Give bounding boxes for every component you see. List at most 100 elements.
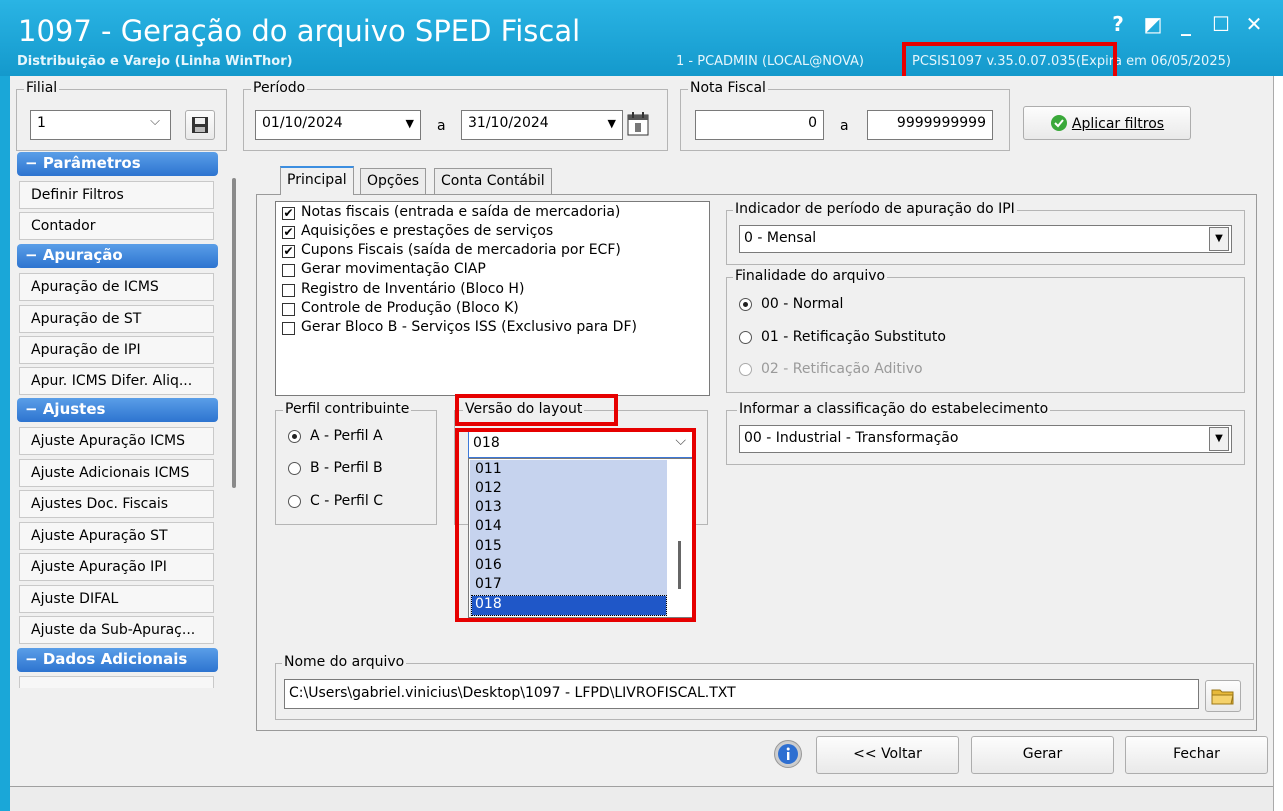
save-filial-button[interactable] bbox=[185, 110, 215, 140]
checkbox-notas-fiscais[interactable]: ✔ bbox=[282, 207, 295, 220]
collapse-icon: − bbox=[25, 246, 38, 264]
checkbox-label: Gerar movimentação CIAP bbox=[301, 261, 486, 277]
browse-folder-button[interactable] bbox=[1205, 680, 1241, 712]
background-window-edge bbox=[1273, 76, 1283, 811]
filial-value: 1 bbox=[37, 115, 46, 131]
apply-filters-button[interactable]: Aplicar filtros bbox=[1023, 106, 1191, 140]
checkbox-label: Controle de Produção (Bloco K) bbox=[301, 300, 519, 316]
periodo-separator: a bbox=[437, 118, 446, 134]
sidebar-category-apuracao[interactable]: − Apuração bbox=[17, 244, 218, 268]
radio-perfil-b[interactable] bbox=[288, 462, 301, 475]
radio-finalidade-retificacao-aditivo bbox=[739, 363, 752, 376]
close-window-button[interactable]: ✕ bbox=[1241, 12, 1267, 36]
sidebar-item-ajuste-difal[interactable]: Ajuste DIFAL bbox=[19, 585, 214, 613]
tab-principal[interactable]: Principal bbox=[280, 166, 354, 195]
checkbox-aquisicoes[interactable]: ✔ bbox=[282, 226, 295, 239]
radio-label: 01 - Retificação Substituto bbox=[761, 329, 946, 345]
perfil-legend: Perfil contribuinte bbox=[283, 401, 412, 417]
category-label: Parâmetros bbox=[42, 154, 141, 172]
radio-label-disabled: 02 - Retificação Aditivo bbox=[761, 361, 923, 377]
status-bar bbox=[10, 786, 1273, 811]
checkbox-label: Aquisições e prestações de serviços bbox=[301, 223, 554, 239]
info-button[interactable] bbox=[774, 740, 802, 768]
nota-end-input[interactable]: 9999999999 bbox=[867, 110, 993, 140]
file-path-input[interactable]: C:\Users\gabriel.vinicius\Desktop\1097 -… bbox=[284, 679, 1199, 709]
radio-finalidade-normal[interactable] bbox=[739, 298, 752, 311]
classificacao-select[interactable]: 00 - Industrial - Transformação bbox=[739, 425, 1232, 453]
periodo-end-input[interactable]: 31/10/2024 ▼ bbox=[461, 110, 623, 140]
nota-start-input[interactable]: 0 bbox=[695, 110, 824, 140]
restore-icon[interactable]: ◩ bbox=[1140, 12, 1166, 36]
user-info: 1 - PCADMIN (LOCAL@NOVA) bbox=[676, 54, 865, 69]
back-button[interactable]: << Voltar bbox=[816, 736, 959, 774]
radio-label: 00 - Normal bbox=[761, 296, 844, 312]
dropdown-arrow-icon: ▼ bbox=[405, 117, 414, 130]
sidebar-item-definir-filtros[interactable]: Definir Filtros bbox=[19, 181, 214, 209]
classificacao-legend: Informar a classificação do estabelecime… bbox=[737, 401, 1051, 417]
sidebar-item-ajuste-adicionais-icms[interactable]: Ajuste Adicionais ICMS bbox=[19, 459, 214, 487]
radio-perfil-a[interactable] bbox=[288, 430, 301, 443]
category-label: Dados Adicionais bbox=[42, 650, 188, 668]
ipi-value: 0 - Mensal bbox=[744, 230, 817, 246]
chevron-down-icon: ⌵ bbox=[150, 114, 160, 129]
info-icon bbox=[778, 744, 798, 764]
sidebar-item-ajuste-sub-apuracao[interactable]: Ajuste da Sub-Apuraç... bbox=[19, 616, 214, 644]
sidebar-item-ajustes-doc-fiscais[interactable]: Ajustes Doc. Fiscais bbox=[19, 490, 214, 518]
dropdown-arrow-icon: ▼ bbox=[607, 117, 616, 130]
check-circle-icon bbox=[1050, 115, 1067, 131]
dropdown-arrow-icon[interactable]: ▼ bbox=[1209, 227, 1229, 251]
dropdown-arrow-icon[interactable]: ▼ bbox=[1209, 427, 1229, 451]
checkbox-bloco-b[interactable] bbox=[282, 322, 295, 335]
radio-label: B - Perfil B bbox=[310, 460, 383, 476]
ipi-select[interactable]: 0 - Mensal bbox=[739, 225, 1232, 253]
floppy-disk-icon bbox=[192, 117, 208, 133]
sidebar-item-apuracao-st[interactable]: Apuração de ST bbox=[19, 305, 214, 333]
calendar-icon bbox=[627, 112, 649, 136]
checkbox-producao[interactable] bbox=[282, 303, 295, 316]
tab-opcoes[interactable]: Opções bbox=[360, 168, 427, 194]
nota-fiscal-legend: Nota Fiscal bbox=[688, 80, 768, 96]
minimize-button[interactable]: _ bbox=[1173, 12, 1199, 36]
close-button[interactable]: Fechar bbox=[1125, 736, 1268, 774]
maximize-button[interactable]: ☐ bbox=[1208, 12, 1234, 36]
classificacao-value: 00 - Industrial - Transformação bbox=[744, 430, 959, 446]
collapse-icon: − bbox=[25, 154, 38, 172]
category-label: Ajustes bbox=[42, 400, 106, 418]
versao-legend-highlight bbox=[455, 394, 618, 426]
sidebar-item-ajuste-apuracao-st[interactable]: Ajuste Apuração ST bbox=[19, 522, 214, 550]
checkbox-ciap[interactable] bbox=[282, 264, 295, 277]
window-subtitle: Distribuição e Varejo (Linha WinThor) bbox=[17, 54, 293, 69]
apply-filters-label: Aplicar filtros bbox=[1071, 116, 1165, 132]
collapse-icon: − bbox=[25, 650, 38, 668]
generate-button[interactable]: Gerar bbox=[971, 736, 1114, 774]
category-label: Apuração bbox=[42, 246, 123, 264]
arquivo-legend: Nome do arquivo bbox=[282, 654, 407, 670]
periodo-start-value: 01/10/2024 bbox=[262, 115, 343, 131]
sidebar-category-ajustes[interactable]: − Ajustes bbox=[17, 398, 218, 422]
finalidade-legend: Finalidade do arquivo bbox=[733, 268, 888, 284]
sidebar-scrollbar[interactable] bbox=[232, 178, 236, 488]
sidebar-item-apuracao-ipi[interactable]: Apuração de IPI bbox=[19, 336, 214, 364]
collapse-icon: − bbox=[25, 400, 38, 418]
checkbox-inventario[interactable] bbox=[282, 284, 295, 297]
periodo-legend: Período bbox=[251, 80, 308, 96]
sidebar-item-contador[interactable]: Contador bbox=[19, 212, 214, 240]
radio-finalidade-retificacao-substituto[interactable] bbox=[739, 331, 752, 344]
periodo-start-input[interactable]: 01/10/2024 ▼ bbox=[255, 110, 421, 140]
ipi-legend: Indicador de período de apuração do IPI bbox=[733, 201, 1017, 217]
tab-conta-contabil[interactable]: Conta Contábil bbox=[434, 168, 552, 194]
sidebar-item-apur-icms-difer[interactable]: Apur. ICMS Difer. Aliq... bbox=[19, 367, 214, 395]
radio-perfil-c[interactable] bbox=[288, 495, 301, 508]
folder-icon bbox=[1211, 689, 1234, 705]
checkbox-cupons-fiscais[interactable]: ✔ bbox=[282, 245, 295, 258]
checkbox-label: Gerar Bloco B - Serviços ISS (Exclusivo … bbox=[301, 319, 637, 335]
sidebar-category-dados-adicionais[interactable]: − Dados Adicionais bbox=[17, 648, 218, 672]
radio-label: C - Perfil C bbox=[310, 493, 383, 509]
calendar-button[interactable] bbox=[626, 111, 652, 139]
help-button[interactable]: ? bbox=[1105, 12, 1131, 36]
filial-select[interactable]: 1 ⌵ bbox=[30, 110, 171, 140]
sidebar-item-ajuste-apuracao-icms[interactable]: Ajuste Apuração ICMS bbox=[19, 427, 214, 455]
sidebar-category-parametros[interactable]: − Parâmetros bbox=[17, 152, 218, 176]
sidebar-item-ajuste-apuracao-ipi[interactable]: Ajuste Apuração IPI bbox=[19, 553, 214, 581]
sidebar-item-apuracao-icms[interactable]: Apuração de ICMS bbox=[19, 273, 214, 301]
